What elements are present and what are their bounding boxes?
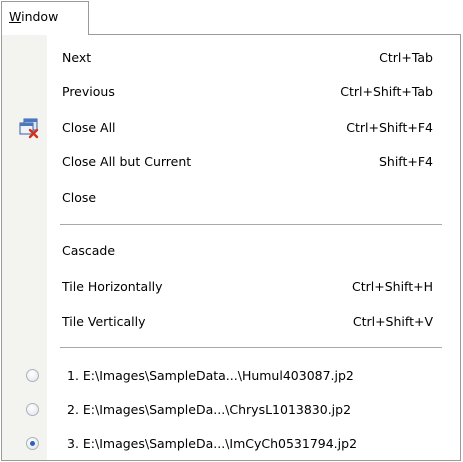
recent-window-path: 1. E:\Images\SampleData...\Humul403087.j… — [67, 368, 354, 383]
radio-checked-icon — [26, 437, 39, 450]
menu-item-label: Tile Vertically — [62, 314, 146, 329]
menu-item-label: Previous — [62, 84, 115, 99]
menu-item-shortcut: Ctrl+Shift+F4 — [346, 120, 433, 135]
window-menu-title-rest: indow — [21, 9, 59, 24]
menu-item-next[interactable]: Next Ctrl+Tab — [2, 43, 460, 73]
menu-item-label: Close All but Current — [62, 154, 192, 169]
close-all-windows-icon — [19, 118, 39, 139]
menu-item-tile-horizontally[interactable]: Tile Horizontally Ctrl+Shift+H — [2, 272, 460, 302]
menu-item-label: Close — [62, 190, 97, 205]
menu-item-close[interactable]: Close — [2, 183, 460, 213]
menu-item-previous[interactable]: Previous Ctrl+Shift+Tab — [2, 77, 460, 107]
menu-item-close-all-but-current[interactable]: Close All but Current Shift+F4 — [2, 147, 460, 177]
menu-item-shortcut: Ctrl+Shift+H — [352, 279, 433, 294]
menu-item-shortcut: Ctrl+Tab — [379, 50, 433, 65]
radio-unchecked-icon — [26, 369, 39, 382]
menu-item-tile-vertically[interactable]: Tile Vertically Ctrl+Shift+V — [2, 307, 460, 337]
menu-item-cascade[interactable]: Cascade — [2, 236, 460, 266]
menu-item-label: Tile Horizontally — [62, 279, 163, 294]
window-menu-accel: W — [9, 9, 22, 24]
menu-item-shortcut: Ctrl+Shift+Tab — [340, 84, 433, 99]
recent-window-path: 3. E:\Images\SampleDa...\ImCyCh0531794.j… — [67, 436, 358, 451]
menu-separator — [60, 347, 442, 348]
recent-window-item[interactable]: 2. E:\Images\SampleDa...\ChrysL1013830.j… — [2, 395, 460, 425]
window-menu-title[interactable]: Window — [1, 1, 89, 35]
menu-separator — [60, 224, 442, 225]
recent-window-item[interactable]: 1. E:\Images\SampleData...\Humul403087.j… — [2, 361, 460, 391]
menu-item-label: Next — [62, 50, 92, 65]
menu-item-shortcut: Ctrl+Shift+V — [352, 314, 433, 329]
menu-item-label: Close All — [62, 120, 116, 135]
menu-item-label: Cascade — [62, 243, 116, 258]
radio-unchecked-icon — [26, 403, 39, 416]
recent-window-path: 2. E:\Images\SampleDa...\ChrysL1013830.j… — [67, 402, 352, 417]
menu-item-close-all[interactable]: Close All Ctrl+Shift+F4 — [2, 113, 460, 143]
menubar: Window — [0, 0, 463, 35]
window-menu-dropdown: Next Ctrl+Tab Previous Ctrl+Shift+Tab Cl… — [1, 34, 461, 461]
recent-window-item-active[interactable]: 3. E:\Images\SampleDa...\ImCyCh0531794.j… — [2, 429, 460, 459]
menu-item-shortcut: Shift+F4 — [378, 154, 433, 169]
